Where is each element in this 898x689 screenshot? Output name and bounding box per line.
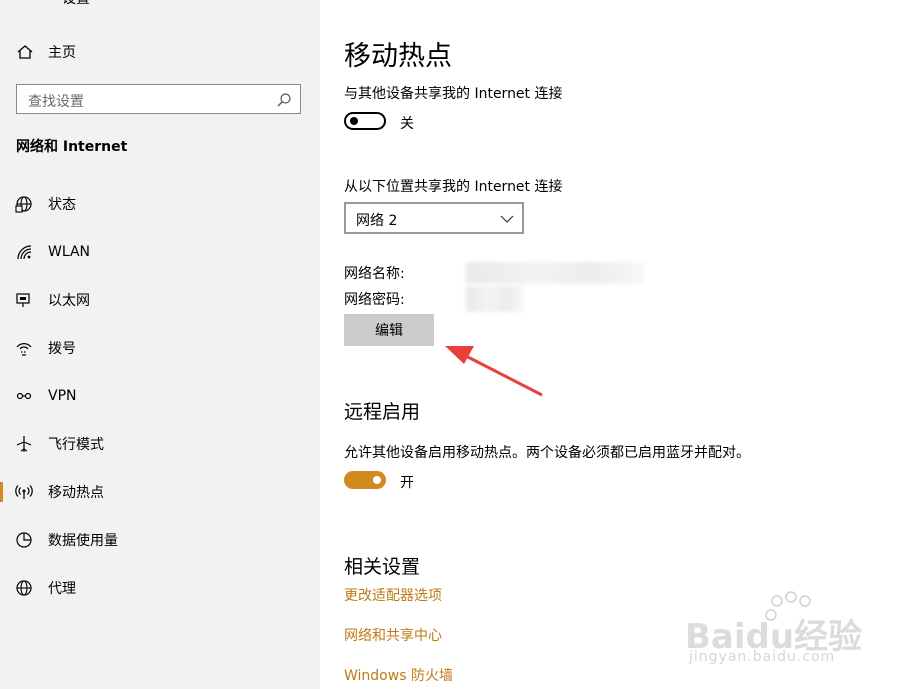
share-from-label: 从以下位置共享我的 Internet 连接 [344,179,563,195]
share-label: 与其他设备共享我的 Internet 连接 [344,86,563,102]
search-placeholder: 查找设置 [28,94,84,110]
network-password-redacted [466,286,524,312]
home-icon [16,43,34,61]
sidebar-item-proxy[interactable]: 代理 [0,566,320,610]
vpn-icon [15,387,33,405]
chevron-down-icon [500,212,514,226]
airplane-icon [15,435,33,453]
hotspot-icon [15,483,33,501]
sidebar-item-label: 状态 [48,197,76,213]
share-toggle-state: 关 [400,116,414,132]
section-title: 网络和 Internet [16,139,128,155]
sidebar-item-label: 代理 [48,581,76,597]
edit-button[interactable]: 编辑 [344,314,434,346]
network-name-label: 网络名称: [344,266,405,282]
remote-section-title: 远程启用 [344,401,421,423]
remote-toggle-state: 开 [400,475,414,491]
wifi-icon [15,243,33,261]
share-from-dropdown[interactable]: 网络 2 [344,202,524,234]
ethernet-icon [15,291,33,309]
sidebar-item-label: 移动热点 [48,485,104,501]
sidebar-item-label: 以太网 [48,293,90,309]
related-section-title: 相关设置 [344,556,421,578]
link-adapter-options[interactable]: 更改适配器选项 [344,585,442,605]
sidebar-item-label: 数据使用量 [48,533,118,549]
sidebar-item-label: 拨号 [48,341,76,357]
home-label: 主页 [48,45,76,61]
sidebar-item-hotspot[interactable]: 移动热点 [0,470,320,514]
data-usage-icon [15,531,33,549]
sidebar-item-vpn[interactable]: VPN [0,374,320,418]
network-name-redacted [466,262,644,284]
sidebar-item-dialup[interactable]: 拨号 [0,326,320,370]
annotation-arrow-icon [445,346,543,397]
main-content: 移动热点 与其他设备共享我的 Internet 连接 关 从以下位置共享我的 I… [320,0,898,689]
sidebar-item-label: 飞行模式 [48,437,104,453]
page-title: 移动热点 [344,41,452,72]
toggle-knob [373,476,381,484]
link-network-sharing-center[interactable]: 网络和共享中心 [344,625,442,645]
home-nav[interactable]: 主页 [16,41,76,63]
sidebar-item-wlan[interactable]: WLAN [0,230,320,274]
baidu-watermark: Baidu经验 jingyan.baidu.com [685,587,885,677]
watermark-url: jingyan.baidu.com [689,649,836,665]
globe-status-icon [15,195,33,213]
remote-toggle[interactable] [344,471,386,489]
search-icon[interactable] [276,92,292,108]
sidebar-item-label: WLAN [48,244,91,260]
sidebar-item-ethernet[interactable]: 以太网 [0,278,320,322]
sidebar-item-airplane[interactable]: 飞行模式 [0,422,320,466]
window-title: 设置 [62,0,90,8]
network-password-label: 网络密码: [344,292,405,308]
remote-description: 允许其他设备启用移动热点。两个设备必须都已启用蓝牙并配对。 [344,445,750,461]
sidebar-item-label: VPN [48,388,77,404]
share-toggle[interactable] [344,112,386,130]
sidebar: 设置 主页 查找设置 网络和 Internet 状态 WLAN 以太网 [0,0,320,689]
share-from-value: 网络 2 [356,213,398,229]
link-windows-firewall[interactable]: Windows 防火墙 [344,665,453,685]
toggle-knob [350,117,358,125]
search-input[interactable]: 查找设置 [16,84,301,114]
dialup-icon [15,339,33,357]
sidebar-item-status[interactable]: 状态 [0,182,320,226]
sidebar-item-data-usage[interactable]: 数据使用量 [0,518,320,562]
proxy-globe-icon [15,579,33,597]
